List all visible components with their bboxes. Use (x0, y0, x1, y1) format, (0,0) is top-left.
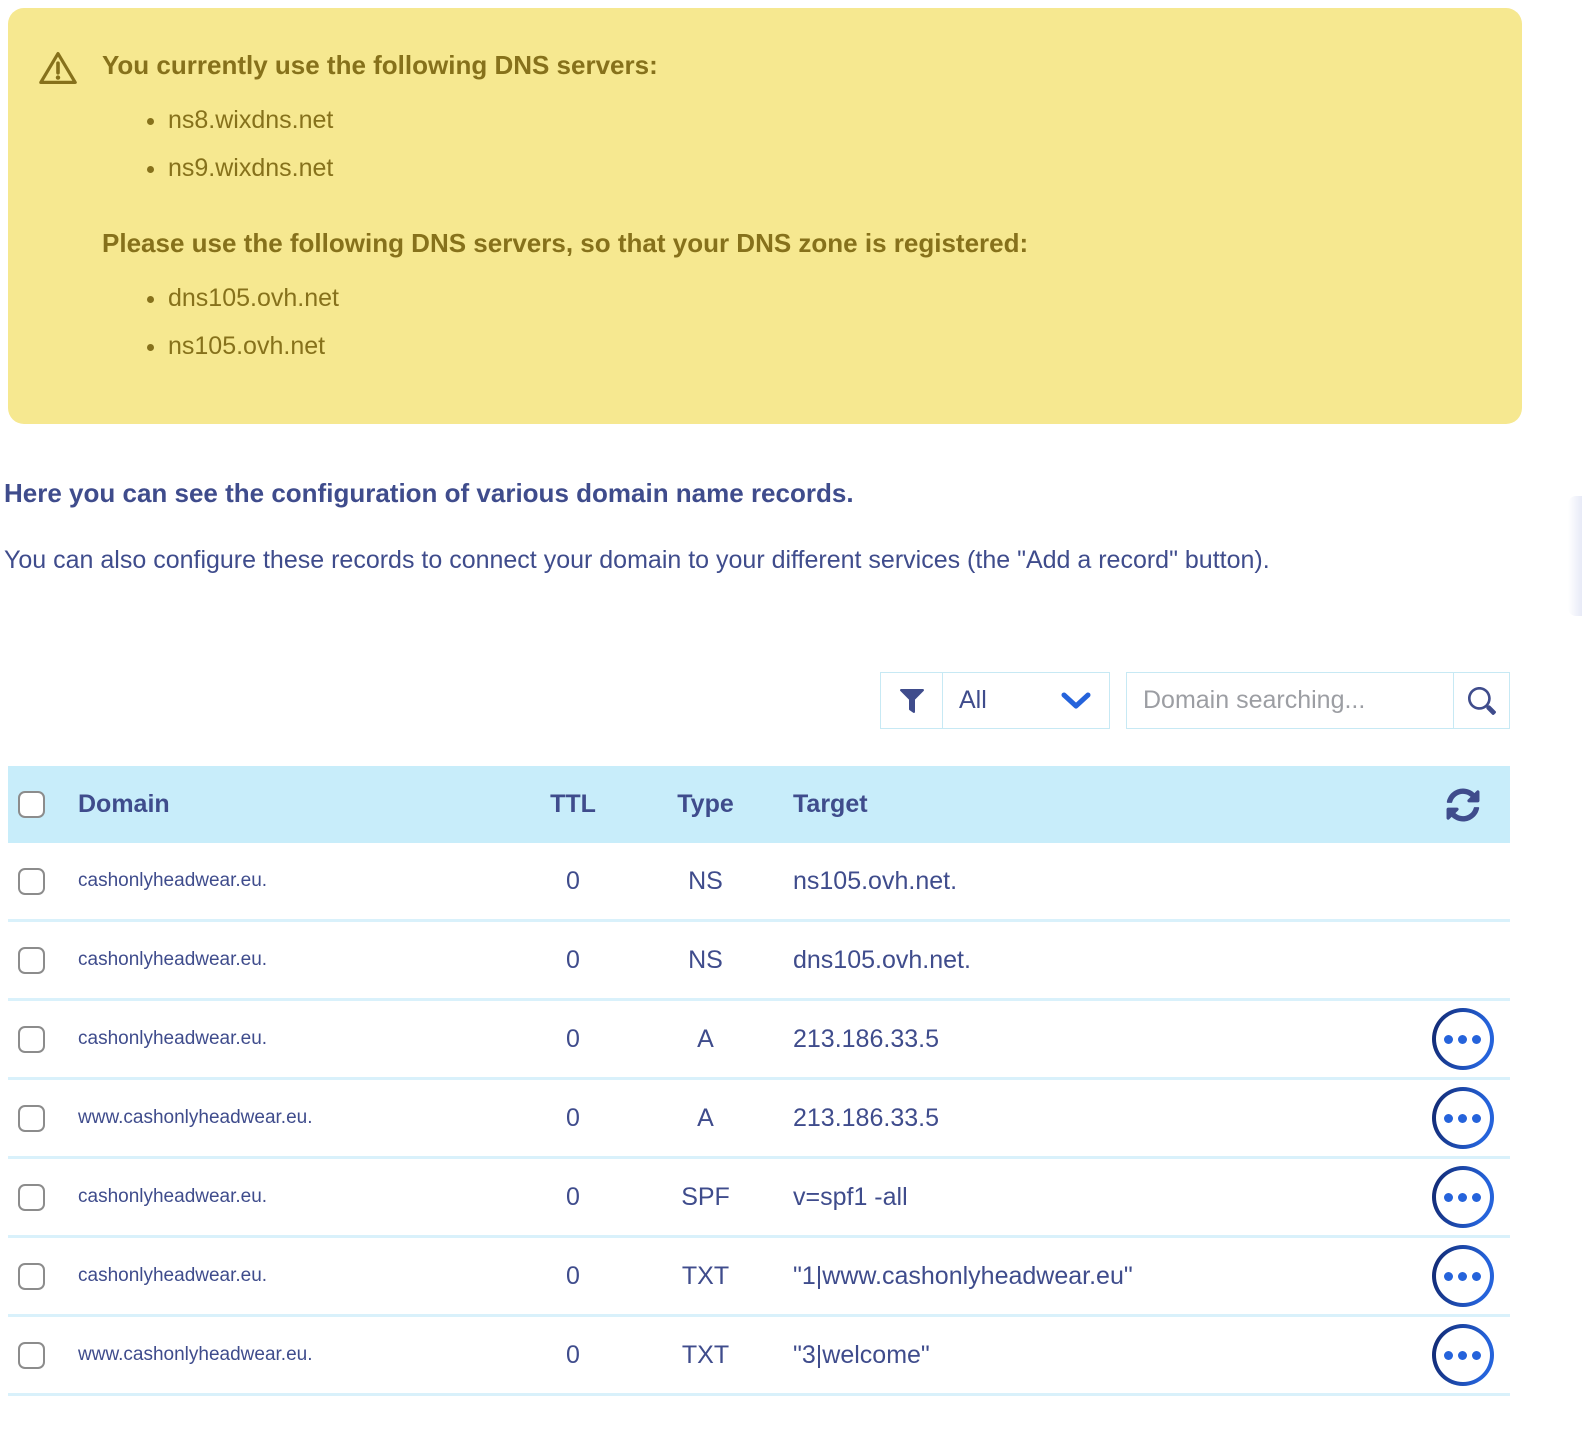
current-dns-heading: You currently use the following DNS serv… (102, 48, 1482, 82)
cell-ttl: 0 (528, 1025, 618, 1054)
cell-ttl: 0 (528, 1183, 618, 1212)
row-actions-button[interactable] (1432, 1324, 1494, 1386)
row-actions-button[interactable] (1432, 1087, 1494, 1149)
cell-ttl: 0 (528, 867, 618, 896)
cell-type: A (618, 1104, 793, 1133)
cell-domain: cashonlyheadwear.eu. (78, 949, 528, 971)
table-row: cashonlyheadwear.eu. 0 SPF v=spf1 -all (8, 1159, 1510, 1238)
records-config-heading: Here you can see the configuration of va… (4, 476, 1582, 510)
table-toolbar: All (8, 672, 1510, 729)
select-all-checkbox[interactable] (18, 791, 45, 818)
current-dns-list: ns8.wixdns.net ns9.wixdns.net (102, 96, 1482, 192)
warning-triangle-icon (38, 50, 82, 86)
cell-target: "3|welcome" (793, 1341, 1415, 1370)
cell-type: NS (618, 867, 793, 896)
table-row: cashonlyheadwear.eu. 0 A 213.186.33.5 (8, 1001, 1510, 1080)
cell-target: v=spf1 -all (793, 1183, 1415, 1212)
ellipsis-icon (1436, 1012, 1490, 1066)
refresh-button[interactable] (1446, 788, 1480, 822)
dns-records-table: Domain TTL Type Target cashonlyheadwear.… (8, 766, 1510, 1396)
chevron-down-icon (1061, 692, 1091, 710)
row-checkbox[interactable] (18, 947, 45, 974)
recommended-dns-heading: Please use the following DNS servers, so… (102, 226, 1482, 260)
cell-type: A (618, 1025, 793, 1054)
row-actions-button[interactable] (1432, 1008, 1494, 1070)
filter-funnel-icon (881, 673, 943, 728)
cell-target: ns105.ovh.net. (793, 867, 1415, 896)
records-config-description: You can also configure these records to … (4, 536, 1430, 584)
domain-search-input[interactable] (1127, 673, 1453, 728)
cell-domain: www.cashonlyheadwear.eu. (78, 1107, 528, 1129)
type-filter-select[interactable]: All (880, 672, 1110, 729)
row-checkbox[interactable] (18, 868, 45, 895)
cell-type: TXT (618, 1341, 793, 1370)
cell-target: 213.186.33.5 (793, 1104, 1415, 1133)
ellipsis-icon (1436, 1328, 1490, 1382)
column-header-target: Target (793, 790, 1415, 819)
table-row: cashonlyheadwear.eu. 0 NS dns105.ovh.net… (8, 922, 1510, 1001)
cell-ttl: 0 (528, 1262, 618, 1291)
table-row: cashonlyheadwear.eu. 0 NS ns105.ovh.net. (8, 843, 1510, 922)
scrollbar-thumb[interactable] (1568, 496, 1582, 616)
dns-server-item: ns105.ovh.net (168, 322, 1482, 370)
ellipsis-icon (1436, 1091, 1490, 1145)
type-filter-value: All (959, 686, 1061, 715)
cell-target: "1|www.cashonlyheadwear.eu" (793, 1262, 1415, 1291)
row-checkbox[interactable] (18, 1263, 45, 1290)
cell-ttl: 0 (528, 946, 618, 975)
cell-ttl: 0 (528, 1104, 618, 1133)
cell-type: NS (618, 946, 793, 975)
cell-ttl: 0 (528, 1341, 618, 1370)
dns-server-item: dns105.ovh.net (168, 274, 1482, 322)
table-header: Domain TTL Type Target (8, 766, 1510, 843)
dns-table-body: cashonlyheadwear.eu. 0 NS ns105.ovh.net.… (8, 843, 1510, 1396)
search-icon (1468, 687, 1496, 715)
dns-server-item: ns9.wixdns.net (168, 144, 1482, 192)
dns-warning-banner: You currently use the following DNS serv… (8, 8, 1522, 424)
cell-target: 213.186.33.5 (793, 1025, 1415, 1054)
cell-domain: cashonlyheadwear.eu. (78, 1265, 528, 1287)
cell-target: dns105.ovh.net. (793, 946, 1415, 975)
cell-domain: cashonlyheadwear.eu. (78, 870, 528, 892)
row-checkbox[interactable] (18, 1026, 45, 1053)
ellipsis-icon (1436, 1249, 1490, 1303)
dns-server-item: ns8.wixdns.net (168, 96, 1482, 144)
search-button[interactable] (1453, 673, 1509, 728)
cell-type: SPF (618, 1183, 793, 1212)
cell-domain: www.cashonlyheadwear.eu. (78, 1344, 528, 1366)
table-row: cashonlyheadwear.eu. 0 TXT "1|www.cashon… (8, 1238, 1510, 1317)
ellipsis-icon (1436, 1170, 1490, 1224)
column-header-ttl: TTL (528, 790, 618, 819)
row-checkbox[interactable] (18, 1105, 45, 1132)
cell-type: TXT (618, 1262, 793, 1291)
column-header-type: Type (618, 790, 793, 819)
row-checkbox[interactable] (18, 1184, 45, 1211)
row-actions-button[interactable] (1432, 1166, 1494, 1228)
refresh-icon (1446, 788, 1480, 822)
cell-domain: cashonlyheadwear.eu. (78, 1186, 528, 1208)
cell-domain: cashonlyheadwear.eu. (78, 1028, 528, 1050)
row-actions-button[interactable] (1432, 1245, 1494, 1307)
table-row: www.cashonlyheadwear.eu. 0 A 213.186.33.… (8, 1080, 1510, 1159)
row-checkbox[interactable] (18, 1342, 45, 1369)
domain-search (1126, 672, 1510, 729)
column-header-domain: Domain (78, 790, 528, 819)
recommended-dns-list: dns105.ovh.net ns105.ovh.net (102, 274, 1482, 370)
table-row: www.cashonlyheadwear.eu. 0 TXT "3|welcom… (8, 1317, 1510, 1396)
